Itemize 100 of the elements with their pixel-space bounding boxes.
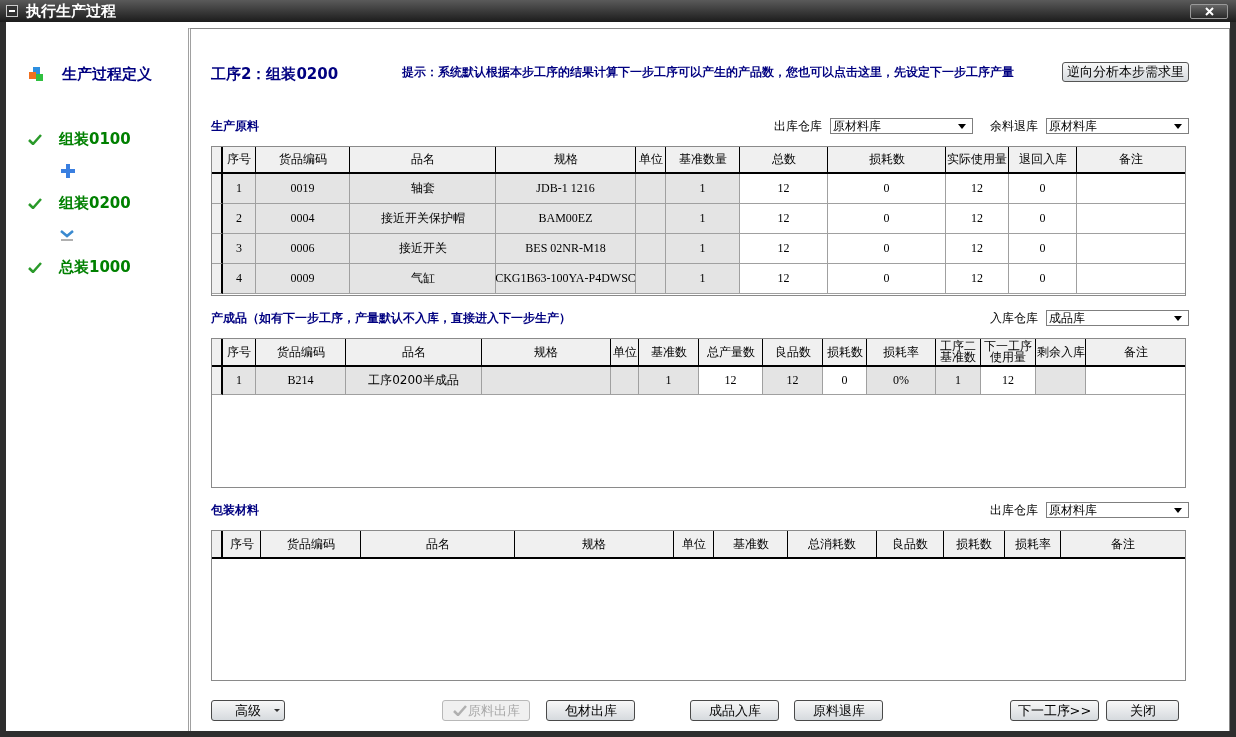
column-header[interactable]: 备注 xyxy=(1061,531,1185,559)
table-cell: 0019 xyxy=(256,174,350,204)
table-cell: 0% xyxy=(867,367,936,395)
select-label: 余料退库 xyxy=(990,117,1038,135)
column-header[interactable]: 序号 xyxy=(223,531,261,559)
table-cell: 0 xyxy=(1009,174,1077,204)
column-header[interactable]: 序号 xyxy=(223,339,256,367)
column-header[interactable]: 损耗数 xyxy=(823,339,867,367)
column-header[interactable]: 备注 xyxy=(1077,147,1185,174)
column-header[interactable]: 总消耗数 xyxy=(788,531,877,559)
table-cell: 4 xyxy=(223,264,256,294)
row-indicator[interactable] xyxy=(212,367,223,395)
row-indicator[interactable] xyxy=(212,204,223,234)
reverse-analysis-button[interactable]: 逆向分析本步需求里 xyxy=(1062,62,1189,82)
table-cell: 12 xyxy=(946,174,1009,204)
column-header[interactable]: 下一工序使用量 xyxy=(981,339,1036,367)
column-header[interactable]: 规格 xyxy=(515,531,674,559)
column-header[interactable]: 单位 xyxy=(674,531,714,559)
table-cell: 0009 xyxy=(256,264,350,294)
column-header[interactable]: 基准数 xyxy=(639,339,699,367)
column-header[interactable]: 单位 xyxy=(636,147,666,174)
column-header[interactable]: 退回入库 xyxy=(1009,147,1077,174)
column-header[interactable]: 品名 xyxy=(350,147,496,174)
select-label: 入库仓库 xyxy=(990,309,1038,327)
column-header[interactable]: 良品数 xyxy=(877,531,944,559)
row-indicator-header xyxy=(212,147,223,174)
close-button[interactable] xyxy=(1190,3,1228,19)
caret-icon xyxy=(1174,315,1182,321)
plus-icon[interactable] xyxy=(60,163,76,179)
column-header[interactable]: 基准数量 xyxy=(666,147,740,174)
column-header[interactable]: 规格 xyxy=(496,147,636,174)
window-title: 执行生产过程 xyxy=(26,1,117,21)
window-menu-icon[interactable] xyxy=(6,5,18,17)
column-header[interactable]: 良品数 xyxy=(763,339,823,367)
cubes-icon xyxy=(28,66,45,82)
column-header[interactable]: 实际使用量 xyxy=(946,147,1009,174)
row-indicator[interactable] xyxy=(212,174,223,204)
close-icon xyxy=(1204,6,1214,16)
table-cell: BAM00EZ xyxy=(496,204,636,234)
column-header[interactable]: 序号 xyxy=(223,147,256,174)
table-cell: 0 xyxy=(828,264,946,294)
column-header[interactable]: 货品编码 xyxy=(261,531,361,559)
table-cell: 0 xyxy=(828,234,946,264)
table-cell: 1 xyxy=(666,204,740,234)
table-cell: 接近开关 xyxy=(350,234,496,264)
table-cell: 12 xyxy=(946,264,1009,294)
table-cell: 12 xyxy=(740,204,828,234)
column-header[interactable]: 总产量数 xyxy=(699,339,763,367)
chevron-down-icon[interactable] xyxy=(60,228,74,242)
table-cell: 1 xyxy=(666,234,740,264)
table-cell: CKG1B63-100YA-P4DWSC xyxy=(496,264,636,294)
row-indicator-header xyxy=(212,339,223,367)
action-button[interactable]: 原料退库 xyxy=(794,700,883,721)
select-label: 出库仓库 xyxy=(990,501,1038,519)
column-header[interactable]: 损耗率 xyxy=(1005,531,1061,559)
column-header[interactable]: 品名 xyxy=(346,339,482,367)
column-header[interactable]: 剩余入库 xyxy=(1036,339,1086,367)
process-step[interactable]: 组装0100 xyxy=(59,129,131,149)
table-cell: 3 xyxy=(223,234,256,264)
check-icon xyxy=(452,705,467,716)
column-header[interactable]: 损耗率 xyxy=(867,339,936,367)
column-header[interactable]: 品名 xyxy=(361,531,515,559)
caret-icon xyxy=(1174,507,1182,513)
section-title: 产成品（如有下一步工序，产量默认不入库，直接进入下一步生产） xyxy=(211,309,572,327)
row-indicator[interactable] xyxy=(212,264,223,294)
table-cell: 接近开关保护帽 xyxy=(350,204,496,234)
column-header[interactable]: 货品编码 xyxy=(256,147,350,174)
row-indicator[interactable] xyxy=(212,234,223,264)
column-header[interactable]: 损耗数 xyxy=(828,147,946,174)
column-header[interactable]: 单位 xyxy=(611,339,639,367)
table-cell: 1 xyxy=(223,174,256,204)
column-header[interactable]: 规格 xyxy=(482,339,611,367)
caret-icon xyxy=(958,123,966,129)
table-cell: B214 xyxy=(256,367,346,395)
action-button[interactable]: 下一工序>> xyxy=(1010,700,1099,721)
action-button[interactable]: 关闭 xyxy=(1106,700,1179,721)
table-cell: 0 xyxy=(828,204,946,234)
column-header[interactable]: 总数 xyxy=(740,147,828,174)
column-header[interactable]: 损耗数 xyxy=(944,531,1005,559)
table-cell: 轴套 xyxy=(350,174,496,204)
warehouse-dropdown[interactable]: 成品库 xyxy=(1046,310,1189,326)
action-button[interactable]: 成品入库 xyxy=(690,700,779,721)
column-header[interactable]: 基准数 xyxy=(714,531,788,559)
process-step[interactable]: 总装1000 xyxy=(59,257,131,277)
warehouse-dropdown[interactable]: 原材料库 xyxy=(830,118,973,134)
table-cell: 0006 xyxy=(256,234,350,264)
table-cell: 1 xyxy=(223,367,256,395)
action-button[interactable]: 包材出库 xyxy=(546,700,635,721)
action-button[interactable]: 高级 xyxy=(211,700,285,721)
warehouse-dropdown[interactable]: 原材料库 xyxy=(1046,118,1189,134)
column-header[interactable]: 备注 xyxy=(1086,339,1185,367)
column-header[interactable]: 货品编码 xyxy=(256,339,346,367)
table-cell: 12 xyxy=(740,234,828,264)
warehouse-dropdown[interactable]: 原材料库 xyxy=(1046,502,1189,518)
process-step[interactable]: 组装0200 xyxy=(59,193,131,213)
table-cell: 1 xyxy=(666,174,740,204)
hint-text: 提示：系统默认根据本步工序的结果计算下一步工序可以产生的产品数，您也可以点击这里，先设定下一步工序产量 xyxy=(402,64,1015,80)
column-header[interactable]: 工序二基准数 xyxy=(936,339,981,367)
table-cell: 0 xyxy=(823,367,867,395)
table-cell: 12 xyxy=(763,367,823,395)
